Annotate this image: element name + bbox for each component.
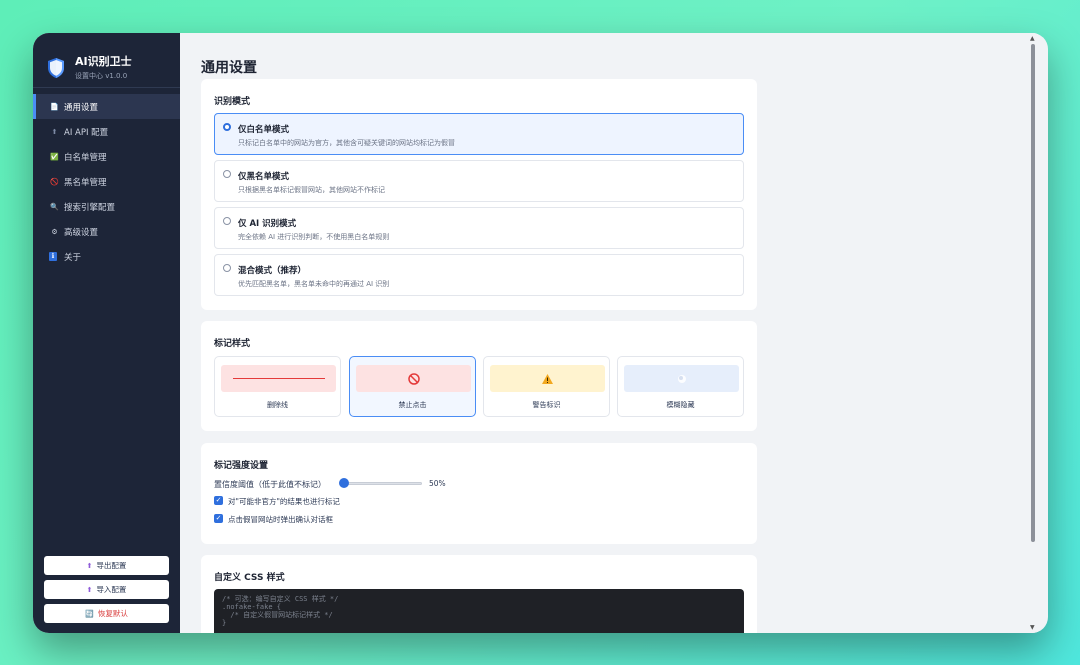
sidebar-item-search-engine[interactable]: 🔍 搜索引擎配置: [33, 194, 180, 219]
sidebar-item-label: 白名单管理: [64, 152, 107, 163]
radio[interactable]: [223, 264, 231, 272]
export-icon: ⬆: [86, 561, 93, 570]
style-option-blur[interactable]: 模糊隐藏: [617, 356, 744, 417]
search-icon: 🔍: [50, 202, 59, 211]
radio-selected[interactable]: [223, 123, 231, 131]
style-label: 模糊隐藏: [666, 401, 695, 409]
block-click-preview: [356, 365, 471, 392]
strength-section-title: 标记强度设置: [214, 461, 269, 471]
style-option-warning[interactable]: 警告标识: [483, 356, 610, 417]
mode-option-hybrid[interactable]: 混合模式（推荐） 优先匹配黑名单，黑名单未命中的再通过 AI 识别: [214, 254, 744, 296]
upload-icon: ⬆: [51, 127, 58, 136]
shield-logo-icon: [48, 58, 64, 78]
mode-option-ai[interactable]: 仅 AI 识别模式 完全依赖 AI 进行识别判断，不使用黑白名单规则: [214, 207, 744, 249]
code-line: }: [222, 619, 227, 627]
reset-label: 恢复默认: [97, 609, 128, 618]
threshold-label: 置信度阈值（低于此值不标记）: [214, 480, 326, 489]
sidebar-item-label: AI API 配置: [64, 127, 109, 138]
export-config-button[interactable]: ⬆ 导出配置: [44, 556, 169, 575]
app-title: AI识别卫士: [75, 55, 132, 68]
gear-icon: ⚙: [51, 227, 58, 236]
custom-css-card: 自定义 CSS 样式 /* 可选：编写自定义 CSS 样式 */.nofake-…: [201, 555, 757, 633]
mode-card: 识别模式 仅白名单模式 只标记白名单中的网站为官方，其他含可疑关键词的网站均标记…: [201, 79, 757, 310]
confirm-dialog-checkbox[interactable]: ✓: [214, 514, 223, 523]
document-icon: 📄: [50, 102, 59, 111]
mode-desc: 只标记白名单中的网站为官方，其他含可疑关键词的网站均标记为假冒: [238, 139, 455, 147]
threshold-value: 50%: [429, 479, 446, 488]
mode-option-whitelist[interactable]: 仅白名单模式 只标记白名单中的网站为官方，其他含可疑关键词的网站均标记为假冒: [214, 113, 744, 155]
style-option-block-click[interactable]: 禁止点击: [349, 356, 476, 417]
scroll-up-arrow-icon[interactable]: ▲: [1030, 35, 1035, 42]
sidebar-item-advanced[interactable]: ⚙ 高级设置: [33, 219, 180, 244]
check-icon: ✅: [50, 152, 59, 161]
scroll-down-arrow-icon[interactable]: ▼: [1030, 624, 1035, 631]
sidebar: AI识别卫士 设置中心 v1.0.0 📄 通用设置 ⬆ AI API 配置 ✅ …: [33, 33, 180, 633]
radio[interactable]: [223, 170, 231, 178]
prohibited-icon: [407, 372, 420, 385]
prohibited-icon: 🚫: [50, 177, 59, 186]
divider: [33, 87, 180, 88]
strength-card: 标记强度设置 置信度阈值（低于此值不标记） 50% ✓ 对"可能非官方"的结果也…: [201, 443, 757, 544]
scrollbar-thumb[interactable]: [1031, 44, 1035, 542]
reset-icon: 🔄: [85, 609, 94, 618]
style-option-strikethrough[interactable]: 删除线: [214, 356, 341, 417]
app-version: 设置中心 v1.0.0: [75, 72, 128, 80]
sidebar-item-whitelist[interactable]: ✅ 白名单管理: [33, 144, 180, 169]
sidebar-nav: 📄 通用设置 ⬆ AI API 配置 ✅ 白名单管理 🚫 黑名单管理 🔍 搜索引…: [33, 94, 180, 269]
blur-preview: [624, 365, 739, 392]
warning-icon: [542, 373, 553, 384]
import-config-button[interactable]: ⬆ 导入配置: [44, 580, 169, 599]
custom-css-editor[interactable]: /* 可选：编写自定义 CSS 样式 */.nofake-fake { /* 自…: [214, 589, 744, 633]
sidebar-item-label: 通用设置: [64, 102, 99, 113]
code-line: .nofake-fake {: [222, 603, 282, 611]
strikethrough-preview: [221, 365, 336, 392]
style-label: 删除线: [267, 401, 288, 409]
threshold-slider-track[interactable]: [342, 482, 422, 485]
mode-title: 仅黑名单模式: [238, 172, 290, 182]
sidebar-item-blacklist[interactable]: 🚫 黑名单管理: [33, 169, 180, 194]
radio[interactable]: [223, 217, 231, 225]
import-icon: ⬆: [86, 585, 93, 594]
brand: AI识别卫士 设置中心 v1.0.0: [33, 33, 180, 87]
style-label: 禁止点击: [398, 401, 427, 409]
style-section-title: 标记样式: [214, 339, 251, 349]
page-title: 通用设置: [201, 60, 257, 76]
checkbox-label: 对"可能非官方"的结果也进行标记: [228, 497, 340, 506]
import-label: 导入配置: [96, 585, 127, 594]
scrollbar[interactable]: ▲ ▼: [1028, 33, 1038, 633]
export-label: 导出配置: [96, 561, 127, 570]
settings-window: AI识别卫士 设置中心 v1.0.0 📄 通用设置 ⬆ AI API 配置 ✅ …: [33, 33, 1048, 633]
strikethrough-line: [232, 377, 325, 380]
sidebar-item-label: 高级设置: [64, 227, 99, 238]
sidebar-item-general[interactable]: 📄 通用设置: [33, 94, 180, 119]
mode-title: 混合模式（推荐）: [238, 266, 307, 276]
threshold-slider-thumb[interactable]: [339, 478, 349, 488]
warning-preview: [490, 365, 605, 392]
style-label: 警告标识: [532, 401, 561, 409]
mode-title: 仅白名单模式: [238, 125, 290, 135]
sidebar-item-label: 关于: [64, 252, 82, 263]
sidebar-item-ai-api[interactable]: ⬆ AI API 配置: [33, 119, 180, 144]
blur-icon: [677, 374, 686, 383]
mode-option-blacklist[interactable]: 仅黑名单模式 只根据黑名单标记假冒网站，其他网站不作标记: [214, 160, 744, 202]
code-line: /* 可选：编写自定义 CSS 样式 */: [222, 595, 339, 603]
style-card: 标记样式 删除线 禁止点击 警告标识 模糊隐藏: [201, 321, 757, 431]
sidebar-item-about[interactable]: ℹ 关于: [33, 244, 180, 269]
sidebar-item-label: 搜索引擎配置: [64, 202, 116, 213]
mode-section-title: 识别模式: [214, 97, 251, 107]
possibly-unofficial-checkbox[interactable]: ✓: [214, 496, 223, 505]
css-section-title: 自定义 CSS 样式: [214, 573, 285, 583]
mode-title: 仅 AI 识别模式: [238, 219, 297, 229]
main-content: 通用设置 识别模式 仅白名单模式 只标记白名单中的网站为官方，其他含可疑关键词的…: [180, 33, 1038, 633]
sidebar-item-label: 黑名单管理: [64, 177, 107, 188]
info-icon: ℹ: [49, 252, 57, 261]
mode-desc: 只根据黑名单标记假冒网站，其他网站不作标记: [238, 186, 385, 194]
checkbox-label: 点击假冒网站时弹出确认对话框: [228, 515, 333, 524]
code-line: /* 自定义假冒网站标记样式 */: [222, 611, 333, 619]
reset-default-button[interactable]: 🔄 恢复默认: [44, 604, 169, 623]
mode-desc: 优先匹配黑名单，黑名单未命中的再通过 AI 识别: [238, 280, 390, 288]
mode-desc: 完全依赖 AI 进行识别判断，不使用黑白名单规则: [238, 233, 390, 241]
sidebar-actions: ⬆ 导出配置 ⬆ 导入配置 🔄 恢复默认: [44, 551, 169, 623]
